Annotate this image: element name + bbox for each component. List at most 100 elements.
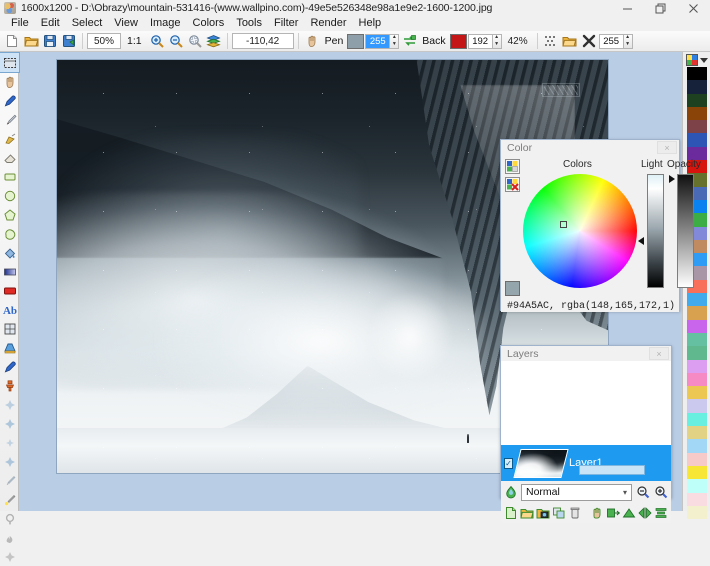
flip-horizontal-button[interactable] [638, 506, 652, 521]
layer-zoom-in-icon[interactable] [653, 485, 668, 500]
back-color-swatch[interactable] [449, 33, 467, 49]
palette-swatch[interactable] [687, 67, 707, 81]
save-disk-icon[interactable] [41, 32, 59, 50]
pen-alpha-spin-buttons[interactable]: ▲ ▼ [389, 33, 400, 49]
rectangle-select-tool[interactable] [0, 52, 20, 73]
opacity-slider-handle[interactable] [669, 175, 675, 183]
effect-dodge-tool[interactable] [0, 509, 19, 528]
palette-swatch[interactable] [687, 346, 707, 360]
palette-swatch[interactable] [687, 426, 707, 440]
chevron-down-icon[interactable]: ▾ [623, 488, 627, 497]
layers-list[interactable] [501, 361, 671, 445]
pen-alpha-stepper[interactable]: 255 ▲ ▼ [365, 33, 400, 49]
palette-swatch[interactable] [687, 359, 707, 373]
clone-stamp-tool[interactable] [0, 376, 19, 395]
menu-item-edit[interactable]: Edit [35, 16, 66, 31]
current-color-swatch[interactable] [505, 281, 520, 296]
palette-swatch[interactable] [687, 120, 707, 134]
open-palette-icon[interactable] [561, 32, 579, 50]
layers-panel-titlebar[interactable]: Layers × [501, 346, 671, 361]
palette-swatch[interactable] [687, 492, 707, 506]
pan-hand-tool[interactable] [0, 72, 19, 91]
menu-item-filter[interactable]: Filter [268, 16, 304, 31]
tolerance-spin-buttons[interactable]: ▲ ▼ [622, 33, 633, 49]
menu-item-file[interactable]: File [5, 16, 35, 31]
palette-swatch[interactable] [687, 332, 707, 347]
minimize-icon[interactable] [611, 0, 644, 16]
menu-item-tools[interactable]: Tools [230, 16, 268, 31]
duplicate-layer-button[interactable] [552, 506, 566, 521]
opacity-slider[interactable] [677, 174, 694, 288]
effect-light-tool[interactable] [0, 490, 19, 509]
palette-swatch[interactable] [687, 319, 707, 333]
effect-brush-tool[interactable] [0, 471, 19, 490]
remove-palette-icon[interactable] [505, 177, 520, 192]
eyedropper-tool[interactable] [0, 357, 19, 376]
pen-alpha-value[interactable]: 255 [365, 33, 390, 49]
palette-swatch[interactable] [687, 106, 707, 121]
swap-colors-icon[interactable] [400, 32, 418, 50]
palette-swatch[interactable] [687, 465, 707, 480]
layer-zoom-out-icon[interactable] [635, 485, 650, 500]
lightness-slider[interactable] [647, 174, 664, 288]
polygon-shape-tool[interactable] [0, 205, 19, 224]
import-layer-button[interactable] [536, 506, 550, 521]
back-alpha-stepper[interactable]: 192 ▲ ▼ [467, 33, 502, 49]
color-wheel[interactable] [523, 174, 637, 288]
back-alpha-spin-buttons[interactable]: ▲ ▼ [491, 33, 502, 49]
delete-layer-button[interactable] [568, 506, 582, 521]
effect-blur-tool[interactable] [0, 395, 19, 414]
palette-swatch[interactable] [687, 80, 707, 94]
effect-sponge-tool[interactable] [0, 547, 19, 566]
lightness-slider-handle[interactable] [638, 237, 644, 245]
layer-opacity-bar[interactable] [579, 465, 645, 475]
menu-item-view[interactable]: View [108, 16, 144, 31]
new-layer-button[interactable] [504, 506, 518, 521]
close-icon[interactable] [677, 0, 710, 16]
color-wheel-cursor[interactable] [560, 221, 567, 228]
palette-swatch[interactable] [687, 306, 707, 320]
tolerance-value[interactable]: 255 [598, 33, 623, 49]
layer-properties-button[interactable] [606, 506, 620, 521]
eraser-tool[interactable] [0, 148, 19, 167]
menu-item-help[interactable]: Help [353, 16, 388, 31]
palette-swatch[interactable] [687, 439, 707, 453]
palette-swatch[interactable] [687, 452, 707, 466]
align-layer-button[interactable] [654, 506, 668, 521]
paintbrush-tool[interactable] [0, 110, 19, 129]
palette-swatch[interactable] [687, 399, 707, 413]
save-as-icon[interactable] [60, 32, 78, 50]
effect-smudge-tool[interactable] [0, 433, 19, 452]
flatten-layer-button[interactable] [622, 506, 636, 521]
zoom-level-field[interactable]: 50% [87, 33, 121, 49]
layers-stack-icon[interactable] [205, 32, 223, 50]
chevron-down-icon[interactable] [700, 57, 708, 63]
transform-tool[interactable] [0, 319, 19, 338]
palette-swatch[interactable] [687, 505, 707, 520]
zoom-out-icon[interactable] [167, 32, 185, 50]
delete-x-icon[interactable] [580, 32, 598, 50]
back-alpha-value[interactable]: 192 [467, 33, 492, 49]
rectangle-shape-tool[interactable] [0, 167, 19, 186]
zoom-selection-icon[interactable] [186, 32, 204, 50]
new-document-icon[interactable] [3, 32, 21, 50]
palette-swatch[interactable] [687, 93, 707, 107]
open-folder-icon[interactable] [22, 32, 40, 50]
merge-layer-button[interactable] [590, 506, 604, 521]
layer-visibility-checkbox[interactable]: ✓ [504, 457, 513, 469]
zoom-in-icon[interactable] [148, 32, 166, 50]
menu-item-select[interactable]: Select [66, 16, 109, 31]
color-panel-titlebar[interactable]: Color × [501, 140, 679, 155]
palette-swatch[interactable] [687, 293, 707, 307]
airbrush-tool[interactable] [0, 129, 19, 148]
color-picker-tool[interactable] [0, 91, 19, 110]
open-layer-button[interactable] [520, 506, 534, 521]
perspective-tool[interactable] [0, 338, 19, 357]
gradient-tool[interactable] [0, 262, 19, 281]
palette-swatch[interactable] [687, 479, 707, 493]
text-tool[interactable]: Ab [0, 300, 19, 319]
palette-swatch[interactable] [687, 386, 707, 400]
palette-swatch[interactable] [687, 412, 707, 427]
palette-swatch[interactable] [687, 372, 707, 387]
close-icon[interactable]: × [657, 141, 677, 154]
